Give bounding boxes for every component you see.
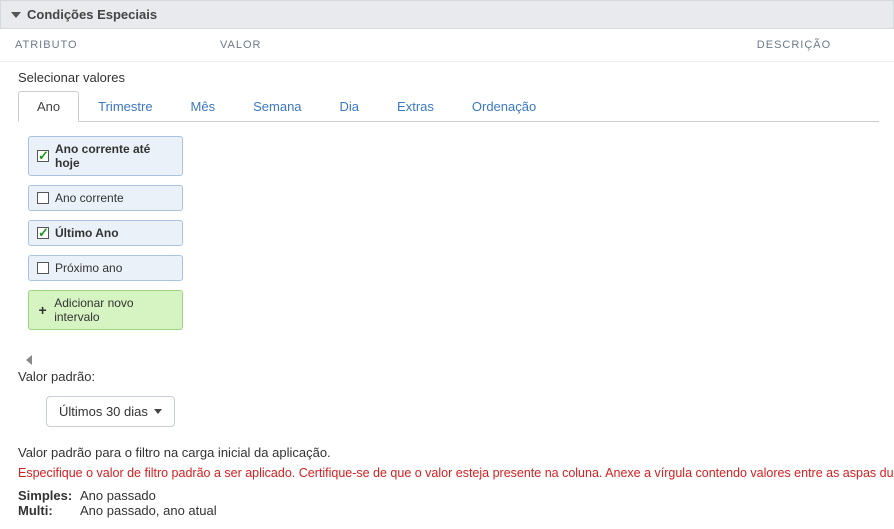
select-values-label: Selecionar valores (18, 70, 879, 85)
option-label: Ano corrente (55, 191, 124, 205)
tab-extras[interactable]: Extras (378, 91, 453, 122)
column-headers: ATRIBUTO VALOR DESCRIÇÃO (0, 29, 894, 62)
example-value: Ano passado, ano atual (80, 503, 217, 518)
default-value-label: Valor padrão: (18, 369, 879, 384)
panel-title: Condições Especiais (27, 7, 157, 22)
default-value-warning: Especifique o valor de filtro padrão a s… (18, 466, 879, 480)
plus-icon: + (37, 302, 48, 318)
tab-semana[interactable]: Semana (234, 91, 320, 122)
tab-mes[interactable]: Mês (172, 91, 235, 122)
collapse-icon (11, 12, 21, 18)
checkbox-icon (37, 150, 49, 162)
example-key: Multi: (18, 503, 76, 518)
tab-ordenacao[interactable]: Ordenação (453, 91, 555, 122)
example-simples: Simples: Ano passado (18, 488, 879, 503)
option-ano-corrente-hoje[interactable]: Ano corrente até hoje (28, 136, 183, 176)
option-label: Próximo ano (55, 261, 122, 275)
options-list: Ano corrente até hoje Ano corrente Últim… (18, 122, 879, 347)
checkbox-icon (37, 192, 49, 204)
caret-down-icon (154, 409, 162, 414)
scroll-left-icon[interactable] (26, 355, 32, 365)
examples: Simples: Ano passado Multi: Ano passado,… (18, 488, 879, 518)
add-interval-button[interactable]: + Adicionar novo intervalo (28, 290, 183, 330)
col-header-atributo: ATRIBUTO (15, 39, 220, 51)
option-label: Ano corrente até hoje (55, 142, 174, 170)
tab-ano[interactable]: Ano (18, 91, 79, 122)
option-label: Último Ano (55, 226, 119, 240)
example-value: Ano passado (80, 488, 156, 503)
tabs: Ano Trimestre Mês Semana Dia Extras Orde… (18, 90, 879, 122)
option-ano-corrente[interactable]: Ano corrente (28, 185, 183, 211)
dropdown-value: Últimos 30 dias (59, 404, 148, 419)
option-proximo-ano[interactable]: Próximo ano (28, 255, 183, 281)
example-multi: Multi: Ano passado, ano atual (18, 503, 879, 518)
tab-trimestre[interactable]: Trimestre (79, 91, 171, 122)
example-key: Simples: (18, 488, 76, 503)
checkbox-icon (37, 227, 49, 239)
checkbox-icon (37, 262, 49, 274)
col-header-valor: VALOR (220, 39, 709, 51)
option-label: Adicionar novo intervalo (54, 296, 174, 324)
panel-body: Selecionar valores Ano Trimestre Mês Sem… (0, 62, 894, 528)
default-value-dropdown[interactable]: Últimos 30 dias (46, 396, 175, 427)
option-ultimo-ano[interactable]: Último Ano (28, 220, 183, 246)
tab-dia[interactable]: Dia (321, 91, 379, 122)
panel-header[interactable]: Condições Especiais (0, 0, 894, 29)
default-value-desc: Valor padrão para o filtro na carga inic… (18, 445, 879, 460)
col-header-descricao: DESCRIÇÃO (709, 39, 879, 51)
